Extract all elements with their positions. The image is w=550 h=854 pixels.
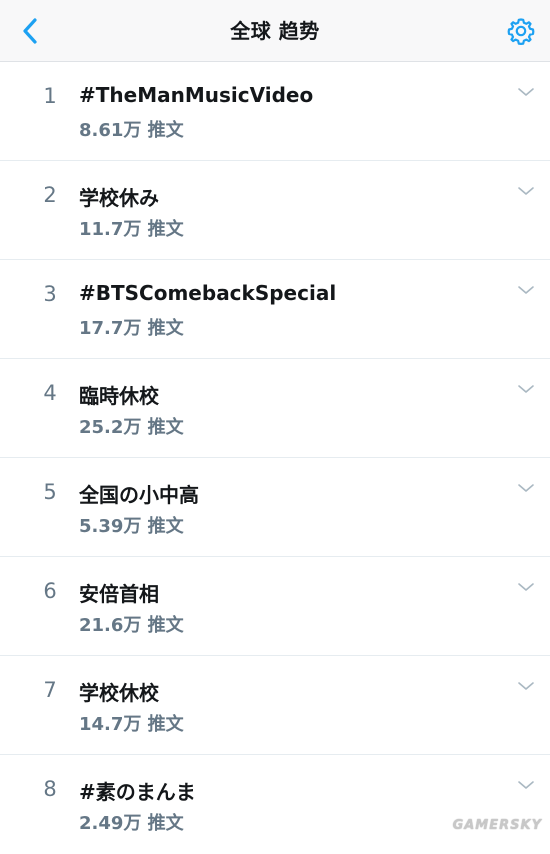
- top-bar: 全球 趋势: [0, 0, 550, 62]
- trend-count: 2.49万 推文: [79, 813, 184, 834]
- trend-topic: 臨時休校: [79, 384, 159, 408]
- trend-row[interactable]: 4 臨時休校 25.2万 推文: [0, 359, 550, 458]
- trend-count: 11.7万 推文: [79, 219, 184, 240]
- trend-rank: 5: [43, 480, 57, 504]
- trend-topic: 学校休校: [79, 681, 159, 705]
- trend-topic: #TheManMusicVideo: [79, 83, 314, 107]
- trend-count: 8.61万 推文: [79, 120, 184, 141]
- trend-row[interactable]: 5 全国の小中高 5.39万 推文: [0, 458, 550, 557]
- trend-topic: 学校休み: [79, 186, 159, 210]
- chevron-down-icon[interactable]: [516, 183, 536, 199]
- trend-rank: 4: [43, 381, 57, 405]
- trend-rank: 1: [43, 84, 57, 108]
- trend-row[interactable]: 8 #素のまんま 2.49万 推文: [0, 755, 550, 854]
- chevron-down-icon[interactable]: [516, 84, 536, 100]
- chevron-down-icon[interactable]: [516, 480, 536, 496]
- trends-list: 1 #TheManMusicVideo 8.61万 推文 2 学校休み 11.7…: [0, 62, 550, 854]
- trend-topic: 安倍首相: [79, 582, 159, 606]
- trend-rank: 7: [43, 678, 57, 702]
- settings-button[interactable]: [504, 14, 538, 48]
- page-title: 全球 趋势: [230, 19, 320, 43]
- watermark: GAMERSKY: [452, 818, 542, 833]
- gear-icon: [507, 18, 535, 45]
- chevron-down-icon[interactable]: [516, 579, 536, 595]
- chevron-down-icon[interactable]: [516, 777, 536, 793]
- trend-topic: 全国の小中高: [79, 483, 199, 507]
- trend-rank: 2: [43, 183, 57, 207]
- chevron-down-icon[interactable]: [516, 282, 536, 298]
- chevron-down-icon[interactable]: [516, 678, 536, 694]
- trend-rank: 6: [43, 579, 57, 603]
- trend-row[interactable]: 1 #TheManMusicVideo 8.61万 推文: [0, 62, 550, 161]
- trend-count: 25.2万 推文: [79, 417, 184, 438]
- trend-topic: #BTSComebackSpecial: [79, 281, 337, 305]
- trend-row[interactable]: 7 学校休校 14.7万 推文: [0, 656, 550, 755]
- trend-count: 5.39万 推文: [79, 516, 184, 537]
- trend-row[interactable]: 6 安倍首相 21.6万 推文: [0, 557, 550, 656]
- trend-topic: #素のまんま: [79, 780, 196, 804]
- trend-count: 14.7万 推文: [79, 714, 184, 735]
- chevron-down-icon[interactable]: [516, 381, 536, 397]
- trend-count: 21.6万 推文: [79, 615, 184, 636]
- trend-rank: 3: [43, 282, 57, 306]
- trend-rank: 8: [43, 777, 57, 801]
- trend-count: 17.7万 推文: [79, 318, 184, 339]
- trend-row[interactable]: 2 学校休み 11.7万 推文: [0, 161, 550, 260]
- trend-row[interactable]: 3 #BTSComebackSpecial 17.7万 推文: [0, 260, 550, 359]
